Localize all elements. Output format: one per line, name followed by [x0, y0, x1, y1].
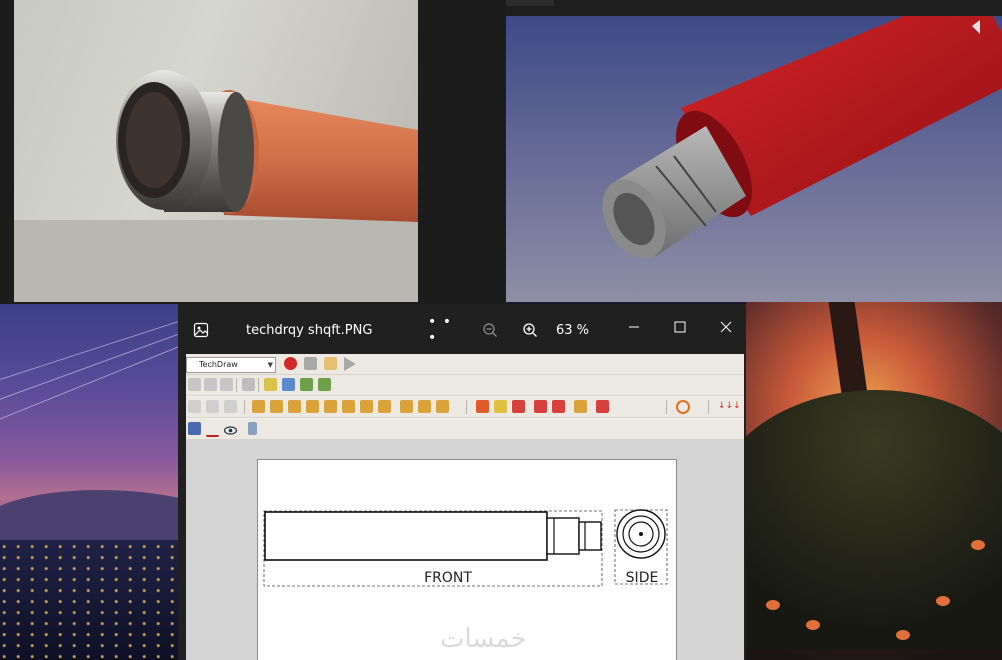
radius-dimension-icon[interactable] [306, 400, 319, 413]
part-icon[interactable] [264, 378, 277, 391]
stop-macro-icon[interactable] [304, 357, 317, 370]
pen-icon[interactable] [206, 422, 219, 437]
annotation-icon[interactable] [476, 400, 489, 413]
wallpaper-wire [0, 303, 190, 408]
cad-3d-viewport[interactable] [506, 16, 1002, 302]
horizontal-dimension-icon[interactable] [270, 400, 283, 413]
template-icon[interactable] [206, 400, 219, 413]
wallpaper-leaf [971, 540, 985, 550]
workbench-selector[interactable]: TechDraw ▼ [186, 357, 276, 373]
toolbar-separator [466, 400, 467, 414]
close-icon [720, 321, 732, 333]
wallpaper-hill [746, 390, 1002, 650]
shaft-photo [14, 0, 418, 302]
cad-3d-window[interactable] [506, 0, 1002, 302]
more-options-button[interactable]: • • • [428, 314, 464, 346]
edit-macro-icon[interactable] [324, 357, 337, 370]
link-sub-icon[interactable] [318, 378, 331, 391]
freecad-toolbar-view [186, 375, 744, 396]
link-dimension-icon[interactable] [400, 400, 413, 413]
shaft-photo-drawing [14, 70, 418, 302]
hatch-icon[interactable] [596, 400, 609, 413]
cosmetic-vertex-icon[interactable] [534, 400, 547, 413]
play-macro-icon[interactable] [344, 357, 356, 371]
vertical-dimension-icon[interactable] [288, 400, 301, 413]
cosmetic-line-icon[interactable] [552, 400, 565, 413]
view-cube-icon[interactable] [204, 378, 217, 391]
chevron-down-icon: ▼ [267, 361, 273, 369]
shaft-3d-model [602, 16, 1002, 259]
toolbar-separator [666, 400, 667, 414]
angle-3pt-dimension-icon[interactable] [360, 400, 373, 413]
desktop-wallpaper-left [0, 300, 190, 660]
wallpaper-leaf [806, 620, 820, 630]
close-button[interactable] [714, 316, 738, 338]
link-icon[interactable] [300, 378, 313, 391]
freecad-toolbar-workbench: TechDraw ▼ [186, 354, 744, 375]
angle-dimension-icon[interactable] [342, 400, 355, 413]
freecad-toolbar-techdraw: ↓↓↓ [186, 397, 744, 418]
zoom-in-icon [523, 323, 537, 337]
zoom-out-icon [483, 323, 497, 337]
watermark: خمسات [440, 624, 527, 654]
extent-dimension-icon[interactable] [378, 400, 391, 413]
diameter-dimension-icon[interactable] [324, 400, 337, 413]
techdraw-canvas[interactable]: FRONT SIDE خمسات [186, 440, 744, 660]
side-view-label: SIDE [625, 570, 659, 586]
toolbar-separator [708, 400, 709, 414]
centerline-icon[interactable] [512, 400, 525, 413]
maximize-icon [674, 321, 686, 333]
drawing-page[interactable]: FRONT SIDE خمسات [257, 459, 677, 660]
wallpaper-wire [0, 300, 190, 388]
weld-symbol-icon[interactable] [574, 400, 587, 413]
crosshair-icon[interactable] [676, 400, 690, 414]
desktop-wallpaper-right [746, 300, 1002, 660]
viewer-file-title: techdrqy shqft.PNG [246, 322, 373, 338]
window-topbar [506, 0, 554, 6]
zoom-in-button[interactable] [518, 318, 542, 342]
photo-window[interactable] [0, 0, 507, 304]
front-view-label: FRONT [424, 570, 472, 586]
export-icon[interactable] [188, 422, 201, 435]
view-cube-icon[interactable] [220, 378, 233, 391]
displayed-image[interactable]: TechDraw ▼ ↓↓↓ FRONT SIDE خمسات [186, 354, 744, 660]
wallpaper-leaf [936, 596, 950, 606]
minimize-icon [629, 326, 639, 328]
workbench-selector-label: TechDraw [199, 360, 238, 369]
wallpaper-leaf [766, 600, 780, 610]
record-macro-icon[interactable] [284, 357, 297, 370]
image-viewer-window[interactable]: techdrqy shqft.PNG • • • 63 % TechDraw ▼ [178, 304, 746, 660]
viewer-titlebar[interactable]: techdrqy shqft.PNG • • • 63 % [178, 304, 746, 354]
measure-icon[interactable] [242, 378, 255, 391]
rich-annotation-icon[interactable] [494, 400, 507, 413]
view-iso-icon[interactable] [188, 378, 201, 391]
balloon-icon[interactable] [418, 400, 431, 413]
redraw-icon[interactable] [224, 400, 237, 413]
spreadsheet-icon[interactable] [248, 422, 257, 435]
photos-app-icon [190, 320, 212, 340]
eye-icon[interactable] [223, 422, 238, 435]
landmark-dimension-icon[interactable] [436, 400, 449, 413]
zoom-level-readout[interactable]: 63 % [556, 318, 596, 342]
freecad-toolbar-misc [186, 419, 744, 440]
toolbar-separator [236, 378, 237, 392]
wallpaper-leaf [896, 630, 910, 640]
new-page-icon[interactable] [188, 400, 201, 413]
maximize-button[interactable] [668, 316, 692, 338]
length-dimension-icon[interactable] [252, 400, 265, 413]
wallpaper-city-lights [0, 540, 190, 660]
toolbar-separator [244, 400, 245, 414]
arrows-down-icon[interactable]: ↓↓↓ [718, 400, 741, 413]
zoom-out-button[interactable] [478, 318, 502, 342]
minimize-button[interactable] [622, 316, 646, 338]
folder-icon[interactable] [282, 378, 295, 391]
toolbar-separator [258, 378, 259, 392]
